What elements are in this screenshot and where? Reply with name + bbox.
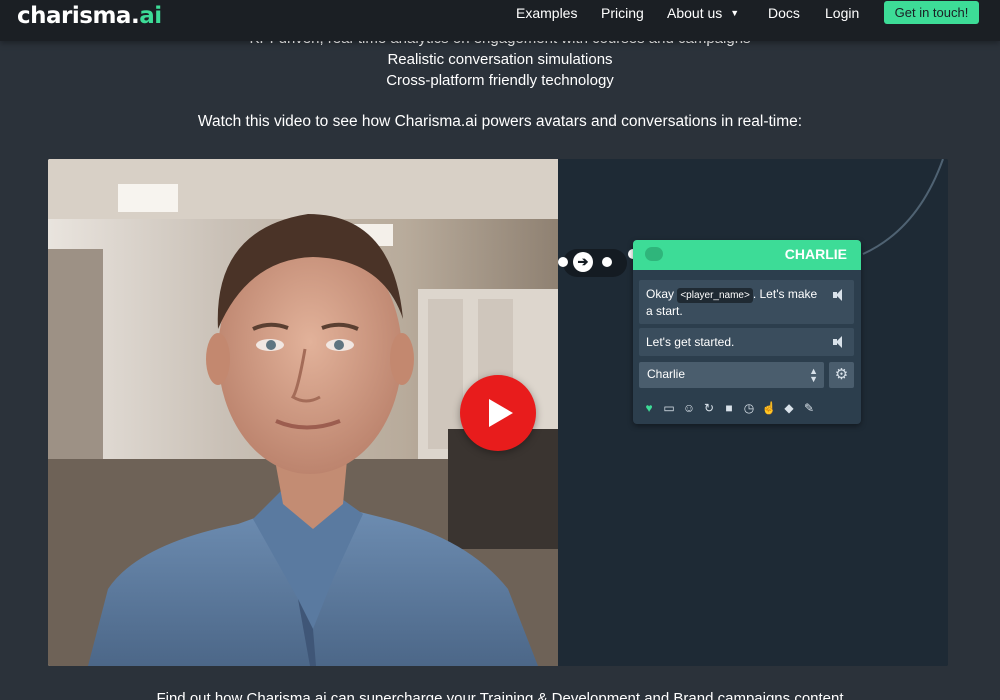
input-port[interactable] xyxy=(558,257,568,267)
character-select-value: Charlie xyxy=(647,367,686,381)
logo-ai: ai xyxy=(139,3,162,29)
select-arrows-icon: ▲ ▼ xyxy=(809,366,818,384)
play-button[interactable] xyxy=(460,375,536,451)
nav-pricing[interactable]: Pricing xyxy=(601,5,644,21)
node-toolbar: ♥ ▭ ☺ ↻ ■ ◷ ☝ ◆ ✎ xyxy=(641,400,856,418)
player-name-tag: <player_name> xyxy=(677,288,753,303)
dialogue-node[interactable]: CHARLIE Okay <player_name>. Let's make a… xyxy=(633,240,861,424)
output-port[interactable] xyxy=(602,257,612,267)
logo[interactable]: charisma.ai xyxy=(17,3,162,29)
hand-icon[interactable]: ☝ xyxy=(761,400,777,416)
feature-line-simulations: Realistic conversation simulations xyxy=(387,51,613,68)
nav-about-us[interactable]: About us ▼ xyxy=(667,5,739,21)
logo-main: charisma xyxy=(17,3,131,29)
heart-icon[interactable]: ♥ xyxy=(641,400,657,416)
dialogue-line[interactable]: Okay <player_name>. Let's make a start. xyxy=(639,280,854,324)
stop-icon[interactable]: ■ xyxy=(721,400,737,416)
gear-icon[interactable]: ⚙ xyxy=(829,362,854,388)
speaker-icon[interactable] xyxy=(833,289,847,301)
refresh-icon[interactable]: ↻ xyxy=(701,400,717,416)
emotion-icon[interactable]: ☺ xyxy=(681,400,697,416)
video-intro-text: Watch this video to see how Charisma.ai … xyxy=(197,113,803,130)
line-text: Let's get started. xyxy=(646,335,735,349)
site-header: charisma.ai Examples Pricing About us ▼ D… xyxy=(0,0,1000,41)
tag-icon[interactable]: ◆ xyxy=(781,400,797,416)
nav-login[interactable]: Login xyxy=(825,5,859,21)
pencil-icon[interactable]: ✎ xyxy=(801,400,817,416)
dialogue-line[interactable]: Let's get started. xyxy=(639,328,854,356)
line-text-start: Okay xyxy=(646,287,678,301)
clock-icon[interactable]: ◷ xyxy=(741,400,757,416)
node-header: CHARLIE xyxy=(633,240,861,270)
nav-about-label: About us xyxy=(667,5,723,21)
chevron-down-icon: ▼ xyxy=(730,8,740,18)
chat-bubble-icon xyxy=(645,247,663,261)
arrow-right-icon: ➔ xyxy=(573,252,593,272)
video-icon[interactable]: ▭ xyxy=(661,400,677,416)
node-title: CHARLIE xyxy=(784,246,847,262)
feature-line-cross-platform: Cross-platform friendly technology xyxy=(386,72,614,89)
video-player[interactable]: ➔ CHARLIE Okay <player_name>. Let's make… xyxy=(48,159,948,666)
logo-dot: . xyxy=(130,3,140,29)
get-in-touch-button[interactable]: Get in touch! xyxy=(884,1,979,24)
nav-docs[interactable]: Docs xyxy=(768,5,800,21)
nav-examples[interactable]: Examples xyxy=(516,5,577,21)
speaker-icon[interactable] xyxy=(833,336,847,348)
character-select[interactable]: Charlie ▲ ▼ xyxy=(639,362,824,388)
bottom-text: Find out how Charisma.ai can supercharge… xyxy=(156,690,844,700)
